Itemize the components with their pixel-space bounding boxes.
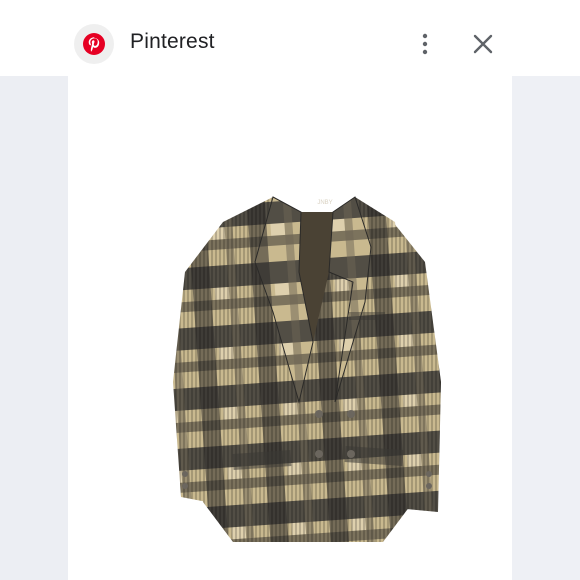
close-icon[interactable] <box>471 32 495 56</box>
pinterest-logo-icon[interactable] <box>74 24 114 64</box>
more-vert-icon[interactable] <box>414 31 436 57</box>
viewer-margin-left <box>0 76 68 580</box>
plaid-jacket-image: JNBY <box>173 196 441 542</box>
app-title: Pinterest <box>130 30 215 53</box>
app-header: Pinterest <box>0 0 580 80</box>
brand-label: JNBY <box>317 200 332 206</box>
viewer-margin-right <box>512 76 580 580</box>
pin-image-viewer[interactable]: JNBY <box>68 76 512 580</box>
